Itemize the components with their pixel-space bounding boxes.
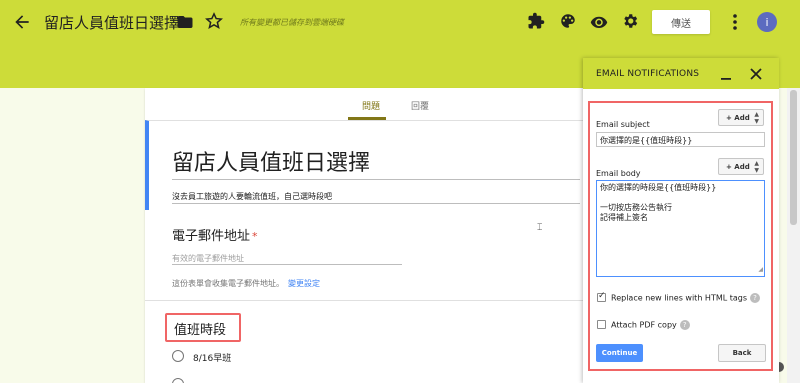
divider — [172, 179, 580, 180]
replace-newlines-option: Replace new lines with HTML tags? — [611, 293, 761, 303]
divider — [172, 264, 402, 265]
more-vert-icon[interactable] — [728, 12, 742, 32]
back-button[interactable]: Back — [718, 344, 766, 362]
save-status: 所有變更都已儲存到雲端硬碟 — [240, 18, 344, 27]
body-line — [600, 193, 761, 203]
help-icon[interactable]: ? — [750, 293, 761, 303]
panel-title: EMAIL NOTIFICATIONS — [596, 69, 700, 79]
body-line: 記得補上簽名 — [600, 213, 648, 222]
form-description[interactable]: 沒去員工旅遊的人要輪流值班，自己選時段吧 — [172, 191, 332, 202]
email-question-label: 電子郵件地址 — [172, 229, 251, 244]
change-settings-link[interactable]: 變更設定 — [288, 279, 320, 288]
divider — [172, 203, 580, 204]
help-icon[interactable]: ? — [679, 320, 690, 330]
collect-email-note: 這份表單會收集電子郵件地址。 變更設定 — [172, 278, 320, 289]
avatar[interactable]: i — [757, 12, 777, 32]
tab-questions[interactable]: 問題 — [362, 99, 380, 112]
option-label: 8/16早班 — [193, 354, 232, 364]
email-question-title: 電子郵件地址 * — [172, 225, 258, 244]
arrow-back-icon[interactable] — [12, 12, 32, 32]
email-field: 有效的電子郵件地址 — [172, 254, 244, 263]
puzzle-icon[interactable] — [527, 12, 545, 30]
panel-header: EMAIL NOTIFICATIONS — [583, 58, 779, 89]
add-label: + Add — [726, 114, 750, 122]
form-heading[interactable]: 留店人員值班日選擇 — [172, 145, 370, 177]
subject-label: Email subject — [596, 120, 650, 129]
body-line: 你的選擇的時段是{{值班時段}} — [600, 183, 717, 192]
send-button[interactable]: 傳送 — [652, 10, 710, 34]
text-cursor-icon: ⌶ — [537, 223, 543, 233]
body-textarea[interactable]: 你的選擇的時段是{{值班時段}} 一切按店務公告執行 記得補上簽名 ◢ — [596, 180, 765, 277]
folder-icon[interactable] — [176, 13, 194, 31]
attach-pdf-checkbox[interactable] — [597, 320, 606, 329]
close-icon[interactable] — [749, 67, 763, 81]
collect-note-text: 這份表單會收集電子郵件地址。 — [172, 279, 284, 288]
radio-option[interactable] — [172, 378, 184, 383]
tab-bar: 問題 回覆 — [145, 88, 585, 120]
add-field-button[interactable]: + Add ▲ ▼ — [718, 109, 764, 126]
minimize-icon[interactable] — [719, 68, 733, 82]
subject-input[interactable]: 你選擇的是{{值班時段}} — [596, 132, 765, 147]
palette-icon[interactable] — [559, 12, 577, 30]
resize-handle-icon[interactable]: ◢ — [758, 265, 763, 275]
spinner-icon: ▲ ▼ — [754, 160, 759, 174]
replace-newlines-checkbox[interactable] — [597, 291, 606, 302]
email-notifications-panel: EMAIL NOTIFICATIONS + Add ▲ ▼ Email subje… — [583, 58, 779, 383]
form-title[interactable]: 留店人員值班日選擇 — [44, 12, 179, 33]
add-field-button[interactable]: + Add ▲ ▼ — [718, 158, 764, 175]
replace-newlines-label: Replace new lines with HTML tags — [611, 293, 748, 303]
spinner-icon: ▲ ▼ — [754, 111, 759, 125]
radio-option[interactable] — [172, 350, 184, 362]
body-label: Email body — [596, 169, 641, 178]
add-label: + Add — [726, 163, 750, 171]
required-mark: * — [252, 230, 258, 243]
tab-responses[interactable]: 回覆 — [411, 99, 429, 112]
continue-button[interactable]: Continue — [596, 344, 643, 362]
toolbar: 留店人員值班日選擇 所有變更都已儲存到雲端硬碟 傳送 i — [0, 0, 800, 44]
body-line: 一切按店務公告執行 — [600, 203, 672, 212]
shift-question-title[interactable]: 值班時段 — [174, 319, 226, 338]
attach-pdf-label: Attach PDF copy — [611, 320, 677, 330]
attach-pdf-option: Attach PDF copy? — [611, 320, 690, 330]
star-icon[interactable] — [205, 12, 223, 30]
divider — [145, 300, 585, 301]
gear-icon[interactable] — [621, 12, 639, 30]
scrollbar-thumb[interactable] — [790, 90, 797, 225]
eye-icon[interactable] — [590, 13, 608, 31]
